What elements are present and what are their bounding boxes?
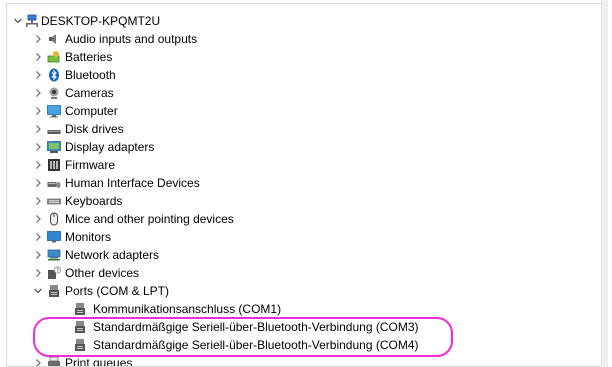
scrollbar-track[interactable] bbox=[601, 0, 608, 367]
port-icon bbox=[73, 338, 87, 352]
computer-network-icon bbox=[25, 14, 39, 28]
tree-item-batteries[interactable]: Batteries bbox=[33, 48, 593, 66]
chevron-right-icon[interactable] bbox=[33, 174, 43, 192]
tree-subitem-label: Standardmäßgige Seriell-über-Bluetooth-V… bbox=[93, 338, 419, 352]
chevron-right-icon[interactable] bbox=[33, 48, 43, 66]
chevron-right-icon[interactable] bbox=[33, 264, 43, 282]
chevron-down-icon[interactable] bbox=[13, 12, 23, 30]
tree-item-keyboards[interactable]: Keyboards bbox=[33, 192, 593, 210]
tree-root-label: DESKTOP-KPQMT2U bbox=[41, 14, 161, 28]
tree-item-firmware[interactable]: Firmware bbox=[33, 156, 593, 174]
tree-item-label: Display adapters bbox=[65, 140, 155, 154]
tree-subitem-com3[interactable]: Standardmäßgige Seriell-über-Bluetooth-V… bbox=[73, 318, 593, 336]
tree-item-label: Cameras bbox=[65, 86, 114, 100]
tree-item-monitors[interactable]: Monitors bbox=[33, 228, 593, 246]
tree-item-label: Monitors bbox=[65, 230, 112, 244]
tree-item-other-devices[interactable]: ? Other devices bbox=[33, 264, 593, 282]
chevron-right-icon[interactable] bbox=[33, 84, 43, 102]
tree-item-label: Print queues bbox=[65, 356, 133, 367]
tree-item-bluetooth[interactable]: Bluetooth bbox=[33, 66, 593, 84]
tree-item-cameras[interactable]: Cameras bbox=[33, 84, 593, 102]
port-icon bbox=[73, 320, 87, 334]
chevron-right-icon[interactable] bbox=[33, 102, 43, 120]
network-adapter-icon bbox=[47, 248, 61, 262]
svg-text:?: ? bbox=[56, 268, 59, 274]
chevron-right-icon[interactable] bbox=[33, 138, 43, 156]
device-manager-tree: DESKTOP-KPQMT2U Audio inputs and outputs… bbox=[6, 3, 607, 367]
tree-item-label: Network adapters bbox=[65, 248, 160, 262]
tree-item-computer[interactable]: Computer bbox=[33, 102, 593, 120]
tree-subitem-label: Kommunikationsanschluss (COM1) bbox=[93, 302, 282, 316]
chevron-right-icon[interactable] bbox=[33, 192, 43, 210]
tree-item-display-adapters[interactable]: Display adapters bbox=[33, 138, 593, 156]
tree-item-label: Human Interface Devices bbox=[65, 176, 200, 190]
printer-icon bbox=[47, 356, 61, 366]
battery-icon bbox=[47, 50, 61, 64]
chevron-right-icon[interactable] bbox=[33, 246, 43, 264]
chevron-right-icon[interactable] bbox=[33, 156, 43, 174]
tree-item-label: Batteries bbox=[65, 50, 113, 64]
chevron-right-icon[interactable] bbox=[33, 30, 43, 48]
tree-item-hid[interactable]: Human Interface Devices bbox=[33, 174, 593, 192]
tree-item-ports[interactable]: Ports (COM & LPT) bbox=[33, 282, 593, 300]
chevron-right-icon[interactable] bbox=[33, 354, 43, 366]
tree-subitem-com1[interactable]: Kommunikationsanschluss (COM1) bbox=[73, 300, 593, 318]
mouse-icon bbox=[47, 212, 61, 226]
hid-icon bbox=[47, 176, 61, 190]
chevron-right-icon[interactable] bbox=[33, 210, 43, 228]
tree-item-label: Audio inputs and outputs bbox=[65, 32, 198, 46]
firmware-icon bbox=[47, 158, 61, 172]
display-adapter-icon bbox=[47, 140, 61, 154]
tree-item-disk-drives[interactable]: Disk drives bbox=[33, 120, 593, 138]
chevron-right-icon[interactable] bbox=[33, 228, 43, 246]
monitor-icon bbox=[47, 104, 61, 118]
tree-item-print-queues[interactable]: Print queues bbox=[33, 354, 593, 367]
bluetooth-icon bbox=[47, 68, 61, 82]
tree-item-label: Other devices bbox=[65, 266, 140, 280]
tree-item-label: Keyboards bbox=[65, 194, 123, 208]
tree-item-label: Firmware bbox=[65, 158, 115, 172]
tree-item-network-adapters[interactable]: Network adapters bbox=[33, 246, 593, 264]
tree-item-mice[interactable]: Mice and other pointing devices bbox=[33, 210, 593, 228]
chevron-down-icon[interactable] bbox=[33, 282, 43, 300]
speaker-icon bbox=[47, 32, 61, 46]
tree-subitem-com4[interactable]: Standardmäßgige Seriell-über-Bluetooth-V… bbox=[73, 336, 593, 354]
chevron-right-icon[interactable] bbox=[33, 120, 43, 138]
tree-item-label: Computer bbox=[65, 104, 118, 118]
keyboard-icon bbox=[47, 194, 61, 208]
port-icon bbox=[73, 302, 87, 316]
tree-item-audio[interactable]: Audio inputs and outputs bbox=[33, 30, 593, 48]
tree-root[interactable]: DESKTOP-KPQMT2U bbox=[13, 12, 603, 30]
tree-item-label: Mice and other pointing devices bbox=[65, 212, 234, 226]
camera-icon bbox=[47, 86, 61, 100]
tree-item-label: Disk drives bbox=[65, 122, 124, 136]
disk-drive-icon bbox=[47, 122, 61, 136]
monitor-icon bbox=[47, 230, 61, 244]
tree-subitem-label: Standardmäßgige Seriell-über-Bluetooth-V… bbox=[93, 320, 419, 334]
tree-item-label: Ports (COM & LPT) bbox=[65, 284, 170, 298]
port-icon bbox=[47, 284, 61, 298]
tree-item-label: Bluetooth bbox=[65, 68, 116, 82]
chevron-right-icon[interactable] bbox=[33, 66, 43, 84]
unknown-device-icon: ? bbox=[47, 266, 62, 280]
